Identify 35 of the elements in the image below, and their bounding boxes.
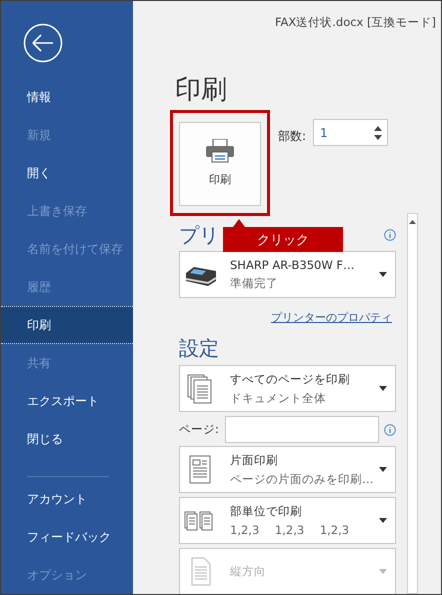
caret-icon	[379, 386, 387, 391]
section-heading: プリ	[179, 222, 219, 248]
printer-properties-link[interactable]: プリンターのプロパティ	[271, 310, 392, 325]
caret-icon	[379, 272, 387, 277]
info-icon[interactable]	[384, 424, 396, 436]
caret-icon	[379, 518, 387, 523]
callout-arrow-icon	[233, 219, 245, 227]
back-icon[interactable]	[23, 23, 63, 63]
scroll-up-icon	[409, 220, 416, 224]
section-heading: 設定	[179, 335, 220, 361]
settings-dropdown[interactable]: すべてのページを印刷 ドキュメント全体	[179, 365, 396, 412]
settings-dropdown[interactable]: 部単位で印刷 1,2,3 1,2,3 1,2,3	[179, 497, 396, 544]
scrollbar[interactable]	[407, 213, 418, 594]
pages-input-field[interactable]	[225, 416, 379, 443]
printer-dropdown[interactable]: SHARP AR-B350W F… 準備完了	[179, 251, 396, 298]
sidebar-item[interactable]: 印刷	[1, 306, 133, 344]
print-button[interactable]: 印刷	[179, 122, 261, 206]
copies-label: 部数:	[278, 128, 306, 145]
sidebar-item[interactable]: 情報	[1, 78, 133, 116]
document-title: FAX送付状.docx [互換モード]	[274, 15, 436, 30]
info-icon[interactable]	[384, 229, 396, 241]
spin-arrows-icon	[374, 124, 382, 140]
sidebar-item[interactable]: 開く	[1, 154, 133, 192]
sidebar-item[interactable]: 閉じる	[1, 420, 133, 458]
caret-icon	[379, 569, 387, 574]
sidebar-item[interactable]: フィードバック	[1, 518, 133, 556]
copies-spinner[interactable]: 1	[313, 119, 388, 146]
click-callout: クリック	[223, 227, 343, 252]
printer-icon	[206, 139, 234, 163]
sidebar-item[interactable]: エクスポート	[1, 382, 133, 420]
page-heading: 印刷	[175, 74, 228, 106]
caret-icon	[379, 467, 387, 472]
pages-label: ページ:	[179, 422, 220, 437]
sidebar-item[interactable]: アカウント	[1, 480, 133, 518]
settings-dropdown[interactable]: 片面印刷 ページの片面のみを印刷…	[179, 446, 396, 493]
